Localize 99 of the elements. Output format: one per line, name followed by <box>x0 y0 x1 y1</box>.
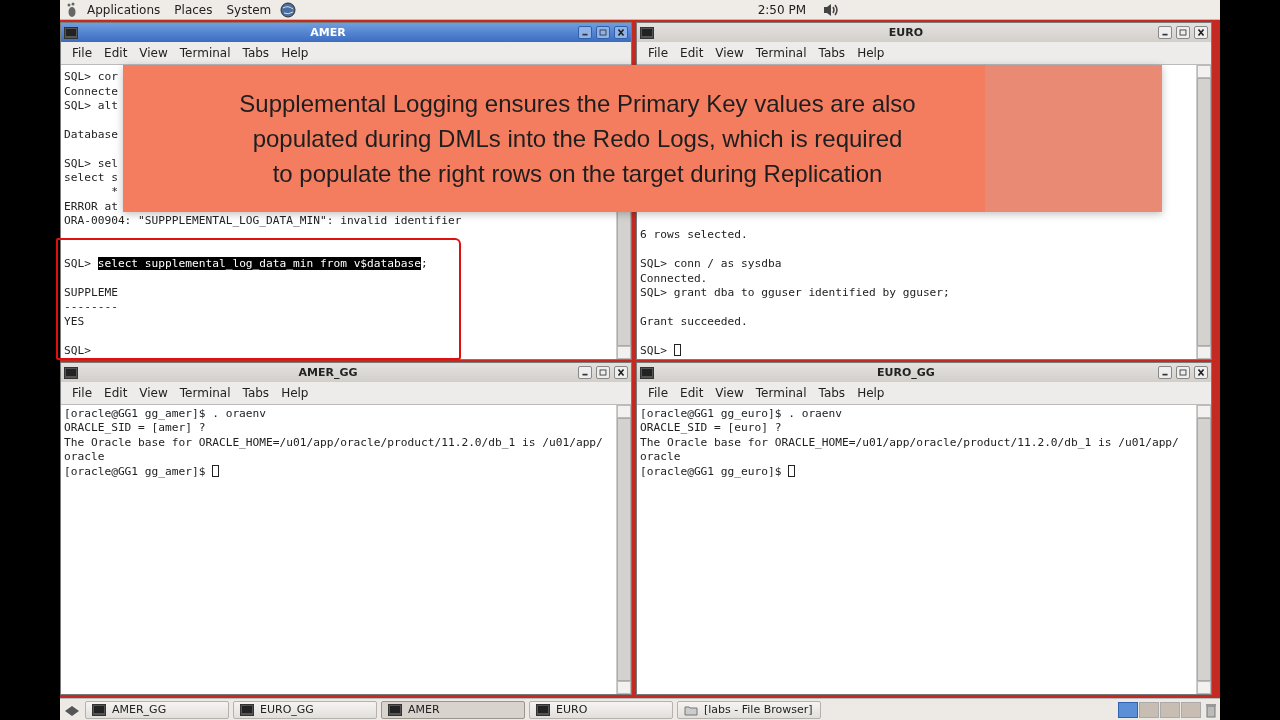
workspace-switcher-cell[interactable] <box>1118 701 1138 718</box>
speaker-icon[interactable] <box>822 1 840 18</box>
panel-menu[interactable]: Places <box>169 2 218 17</box>
close-icon[interactable] <box>614 26 628 39</box>
cursor-icon <box>673 343 681 356</box>
workspace-switcher-cell[interactable] <box>1181 701 1201 718</box>
menu-item[interactable]: Terminal <box>174 46 236 60</box>
taskbar-button[interactable]: [labs - File Browser] <box>677 700 821 719</box>
workspace-switcher-cell[interactable] <box>1160 701 1180 718</box>
menu-item[interactable]: View <box>134 46 173 60</box>
trash-icon[interactable] <box>1205 701 1217 718</box>
terminal-line: Database <box>64 127 118 143</box>
terminal-line: SQL> conn / as sysdba <box>640 257 782 272</box>
terminal-line: SQL> <box>64 343 91 358</box>
close-icon[interactable] <box>1194 366 1208 379</box>
foot-icon[interactable] <box>66 1 78 18</box>
terminal-line: SQL> select supplemental_log_data_min from v$database; <box>64 257 428 272</box>
terminal-line: The Oracle base for ORACLE_HOME=/u01/app/oracle/product/11.2.0/db_1 is /u01/app/ <box>640 435 1179 451</box>
terminal-line: ERROR at <box>64 199 118 215</box>
panel-menu[interactable]: System <box>221 2 277 17</box>
terminal-line: ORA-00904: "SUPPPLEMENTAL_LOG_DATA_MIN": invalid identifier <box>64 214 462 229</box>
close-icon[interactable] <box>1194 26 1208 39</box>
minimize-icon[interactable] <box>578 366 592 379</box>
terminal-icon <box>92 703 106 716</box>
terminal-line: select s <box>64 170 118 186</box>
terminal-line: oracle <box>64 450 105 465</box>
minimize-icon[interactable] <box>1158 366 1172 379</box>
scrollbar[interactable] <box>616 405 631 694</box>
scrollbar[interactable] <box>1196 65 1211 359</box>
close-icon[interactable] <box>614 366 628 379</box>
terminal-line: The Oracle base for ORACLE_HOME=/u01/app/oracle/product/11.2.0/db_1 is /u01/app/ <box>64 435 603 451</box>
terminal-icon <box>536 703 550 716</box>
terminal-line: SQL> <box>640 343 681 358</box>
menu-item[interactable]: Edit <box>99 386 133 400</box>
menu-item[interactable]: Edit <box>675 386 709 400</box>
terminal-line: [oracle@GG1 gg_euro]$ <box>640 464 796 479</box>
scrollbar[interactable] <box>1196 405 1211 694</box>
terminal-line: [oracle@GG1 gg_euro]$ . oraenv <box>640 407 843 422</box>
menu-item[interactable]: Terminal <box>750 386 812 400</box>
file-manager-icon <box>684 703 698 716</box>
terminal-line: [oracle@GG1 gg_amer]$ . oraenv <box>64 407 267 422</box>
terminal-line: [oracle@GG1 gg_amer]$ <box>64 464 220 479</box>
terminal-icon <box>240 703 254 716</box>
taskbar-button[interactable]: AMER_GG <box>85 700 229 719</box>
menu-item[interactable]: View <box>134 386 173 400</box>
terminal-line: 6 rows selected. <box>640 228 748 243</box>
panel-menu[interactable]: Applications <box>82 2 166 17</box>
menu-item[interactable]: Help <box>276 386 314 400</box>
terminal-line: ORACLE_SID = [euro] ? <box>640 421 782 436</box>
menu-item[interactable]: File <box>643 46 674 60</box>
menu-item[interactable]: Help <box>852 46 890 60</box>
terminal-line: oracle <box>640 450 681 465</box>
workspace-switcher-cell[interactable] <box>1139 701 1159 718</box>
caption-text: Supplemental Logging ensures the Primary Key values are also populated during DMLs into the Redo Logs, which is required to populate the right rows on the target during Replication <box>239 89 916 189</box>
menu-item[interactable]: File <box>643 386 674 400</box>
terminal-line: -------- <box>64 300 118 315</box>
menu-item[interactable]: View <box>710 386 749 400</box>
terminal-line: SUPPLEME <box>64 286 118 301</box>
menu-item[interactable]: View <box>710 46 749 60</box>
taskbar-button[interactable]: AMER <box>381 700 525 719</box>
window-title: AMER_GG <box>297 366 359 379</box>
taskbar-button[interactable]: EURO_GG <box>233 700 377 719</box>
terminal-line: * <box>110 185 118 200</box>
terminal-line: SQL> grant dba to gguser identified by gguser; <box>640 286 950 301</box>
menu-item[interactable]: File <box>67 46 98 60</box>
globe-icon[interactable] <box>280 1 297 18</box>
cursor-icon <box>212 464 220 477</box>
terminal-line: Connected. <box>640 271 708 287</box>
menu-item[interactable]: Edit <box>675 46 709 60</box>
minimize-icon[interactable] <box>1158 26 1172 39</box>
terminal-line: Grant succeeded. <box>640 314 748 330</box>
menu-item[interactable]: Terminal <box>174 386 236 400</box>
terminal-line: SQL> sel <box>64 156 118 171</box>
menu-item[interactable]: Tabs <box>237 386 275 400</box>
terminal-icon <box>640 366 654 379</box>
terminal-line: SQL> alt <box>64 98 118 114</box>
taskbar-button[interactable]: EURO <box>529 700 673 719</box>
window-title: EURO <box>887 26 925 39</box>
cursor-icon <box>788 464 796 477</box>
terminal-icon <box>64 366 78 379</box>
terminal-line: SQL> cor <box>64 70 118 85</box>
window-title: AMER <box>309 26 347 39</box>
menu-item[interactable]: Tabs <box>237 46 275 60</box>
menu-item[interactable]: Terminal <box>750 46 812 60</box>
menu-item[interactable]: Help <box>276 46 314 60</box>
window-title: EURO_GG <box>876 366 936 379</box>
menu-item[interactable]: Tabs <box>813 386 851 400</box>
menu-item[interactable]: File <box>67 386 98 400</box>
menu-item[interactable]: Edit <box>99 46 133 60</box>
terminal-line: ORACLE_SID = [amer] ? <box>64 421 206 436</box>
terminal-line: YES <box>64 314 85 330</box>
terminal-line: Connecte <box>64 84 118 99</box>
terminal-icon <box>640 26 654 39</box>
menu-item[interactable]: Help <box>852 386 890 400</box>
menu-item[interactable]: Tabs <box>813 46 851 60</box>
clock[interactable]: 2:50 PM <box>753 2 810 17</box>
terminal-icon <box>64 26 78 39</box>
terminal-icon <box>388 703 402 716</box>
minimize-icon[interactable] <box>578 26 592 39</box>
